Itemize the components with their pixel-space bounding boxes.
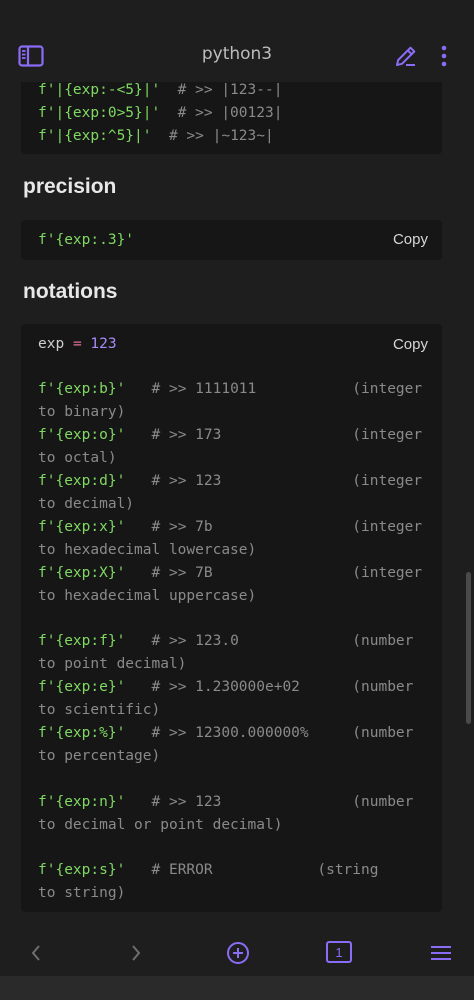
code-line: f'|{exp:-<5}|' # >> |123--|	[38, 82, 283, 98]
more-options-button[interactable]	[434, 42, 454, 70]
plus-circle-icon	[227, 942, 249, 964]
section-heading-precision: precision	[23, 175, 117, 198]
code-line: f'{exp:d}' # >> 123 (integer	[38, 473, 423, 489]
code-line: f'{exp:o}' # >> 173 (integer	[38, 427, 423, 443]
code-block-notations: Copy exp = 123 f'{exp:b}' # >> 1111011 (…	[21, 324, 442, 912]
code-line: to percentage)	[38, 748, 161, 764]
code-line: f'{exp:e}' # >> 1.230000e+02 (number	[38, 679, 414, 695]
document-content[interactable]: f'|{exp:-<5}|' # >> |123--| f'|{exp:0>5}…	[0, 82, 474, 930]
code-line: f'{exp:%}' # >> 12300.000000% (number	[38, 725, 414, 741]
pencil-icon	[396, 46, 416, 66]
code-line: f'{exp:f}' # >> 123.0 (number	[38, 633, 414, 649]
code-line: f'{exp:s}' # ERROR (string	[38, 862, 379, 878]
code-line: f'{exp:n}' # >> 123 (number	[38, 794, 414, 810]
bottom-toolbar	[0, 930, 474, 976]
code-line: f'|{exp:0>5}|' # >> |00123|	[38, 105, 283, 121]
code-line: to decimal)	[38, 496, 135, 512]
code-line: f'{exp:X}' # >> 7B (integer	[38, 565, 423, 581]
code-line: to hexadecimal uppercase)	[38, 588, 257, 604]
code-line: to scientific)	[38, 702, 161, 718]
copy-button[interactable]: Copy	[393, 336, 428, 353]
chevron-right-icon	[132, 945, 141, 961]
edit-button[interactable]	[392, 42, 420, 70]
code-block-alignment: f'|{exp:-<5}|' # >> |123--| f'|{exp:0>5}…	[21, 82, 442, 154]
code-block-precision: f'{exp:.3}' Copy	[21, 220, 442, 260]
code-line: f'{exp:.3}'	[38, 232, 135, 248]
code-line: to point decimal)	[38, 656, 187, 672]
code-line: f'|{exp:^5}|' # >> |~123~|	[38, 128, 274, 144]
system-navigation-bar	[0, 976, 474, 1000]
new-tab-button[interactable]	[224, 938, 252, 968]
menu-button[interactable]	[428, 938, 454, 968]
code-line: to decimal or point decimal)	[38, 817, 283, 833]
code-line: to hexadecimal lowercase)	[38, 542, 257, 558]
code-line: f'{exp:x}' # >> 7b (integer	[38, 519, 423, 535]
chevron-left-icon	[31, 945, 40, 961]
back-button[interactable]	[24, 938, 48, 968]
code-line: to octal)	[38, 450, 117, 466]
vertical-dots-icon	[441, 45, 447, 67]
scrollbar-thumb[interactable]	[466, 572, 471, 724]
code-line: f'{exp:b}' # >> 1111011 (integer	[38, 381, 423, 397]
tab-count-button[interactable]: 1	[326, 941, 352, 963]
forward-button[interactable]	[124, 938, 148, 968]
top-bar: python3	[0, 0, 474, 82]
code-line: to binary)	[38, 404, 126, 420]
section-heading-notations: notations	[23, 280, 118, 303]
copy-button[interactable]: Copy	[393, 231, 428, 248]
hamburger-menu-icon	[431, 946, 451, 960]
code-line: exp = 123	[38, 336, 117, 352]
code-line: to string)	[38, 885, 126, 901]
